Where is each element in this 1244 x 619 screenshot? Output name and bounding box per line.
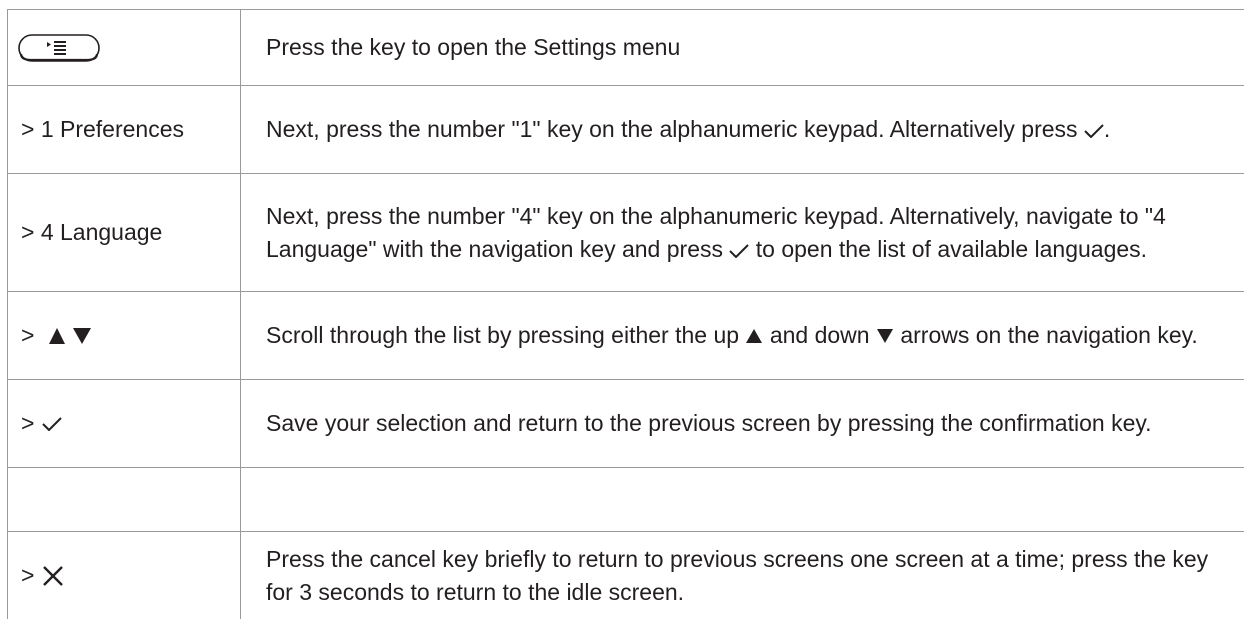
- description-text: .: [1103, 116, 1111, 142]
- up-down-arrows-icon: [49, 327, 92, 344]
- cancel-x-icon: [43, 565, 64, 586]
- row-step-cell: >: [8, 292, 240, 379]
- table-row: > Save your selection and return to the …: [8, 380, 1244, 467]
- row-step-label: >: [21, 322, 35, 348]
- table-row: > Scroll through the list by pressing ei…: [8, 292, 1244, 379]
- row-step-cell: >: [8, 380, 240, 467]
- row-description-cell: Save your selection and return to the pr…: [266, 380, 1238, 467]
- row-step-cell: [8, 10, 240, 85]
- row-description-cell: Next, press the number "4" key on the al…: [266, 174, 1238, 291]
- row-description: Press the cancel key briefly to return t…: [266, 545, 1209, 605]
- row-step-label: >: [21, 562, 35, 588]
- description-text: Scroll through the list by pressing eith…: [266, 322, 740, 348]
- row-description-cell: Press the cancel key briefly to return t…: [266, 532, 1238, 619]
- checkmark-icon: [1084, 124, 1104, 138]
- table-row: > Press the cancel key briefly to return…: [8, 532, 1244, 619]
- down-arrow-icon: [876, 329, 893, 343]
- description-text: and down: [769, 322, 870, 348]
- description-text: Next, press the number "1" key on the al…: [266, 116, 1078, 142]
- up-arrow-icon: [746, 329, 763, 343]
- checkmark-icon: [729, 243, 750, 258]
- row-description-cell: Next, press the number "1" key on the al…: [266, 86, 1238, 173]
- row-description: Next, press the number "4" key on the al…: [266, 200, 1238, 266]
- row-description-cell: Press the key to open the Settings menu: [266, 10, 1238, 85]
- settings-key-icon: [18, 33, 100, 62]
- row-step-cell: > 4 Language: [8, 174, 240, 291]
- description-text: arrows on the navigation key.: [900, 322, 1198, 348]
- table-row: Press the key to open the Settings menu: [8, 10, 1244, 85]
- table-row: > 1 Preferences Next, press the number "…: [8, 86, 1244, 173]
- row-step-label: > 1 Preferences: [21, 116, 185, 142]
- row-step-cell: >: [8, 532, 240, 619]
- row-divider: [7, 467, 1244, 468]
- row-description-cell: Scroll through the list by pressing eith…: [266, 292, 1238, 379]
- table-row: > 4 Language Next, press the number "4" …: [8, 174, 1244, 291]
- row-step-cell: > 1 Preferences: [8, 86, 240, 173]
- checkmark-icon: [42, 416, 63, 431]
- row-step-label: > 4 Language: [21, 219, 163, 245]
- row-description: Press the key to open the Settings menu: [266, 34, 681, 60]
- description-text: to open the list of available languages.: [755, 235, 1148, 262]
- row-step-label: >: [21, 410, 35, 436]
- row-description: Next, press the number "1" key on the al…: [266, 113, 1110, 146]
- row-description: Save your selection and return to the pr…: [266, 410, 1152, 436]
- row-description: Scroll through the list by pressing eith…: [266, 319, 1198, 352]
